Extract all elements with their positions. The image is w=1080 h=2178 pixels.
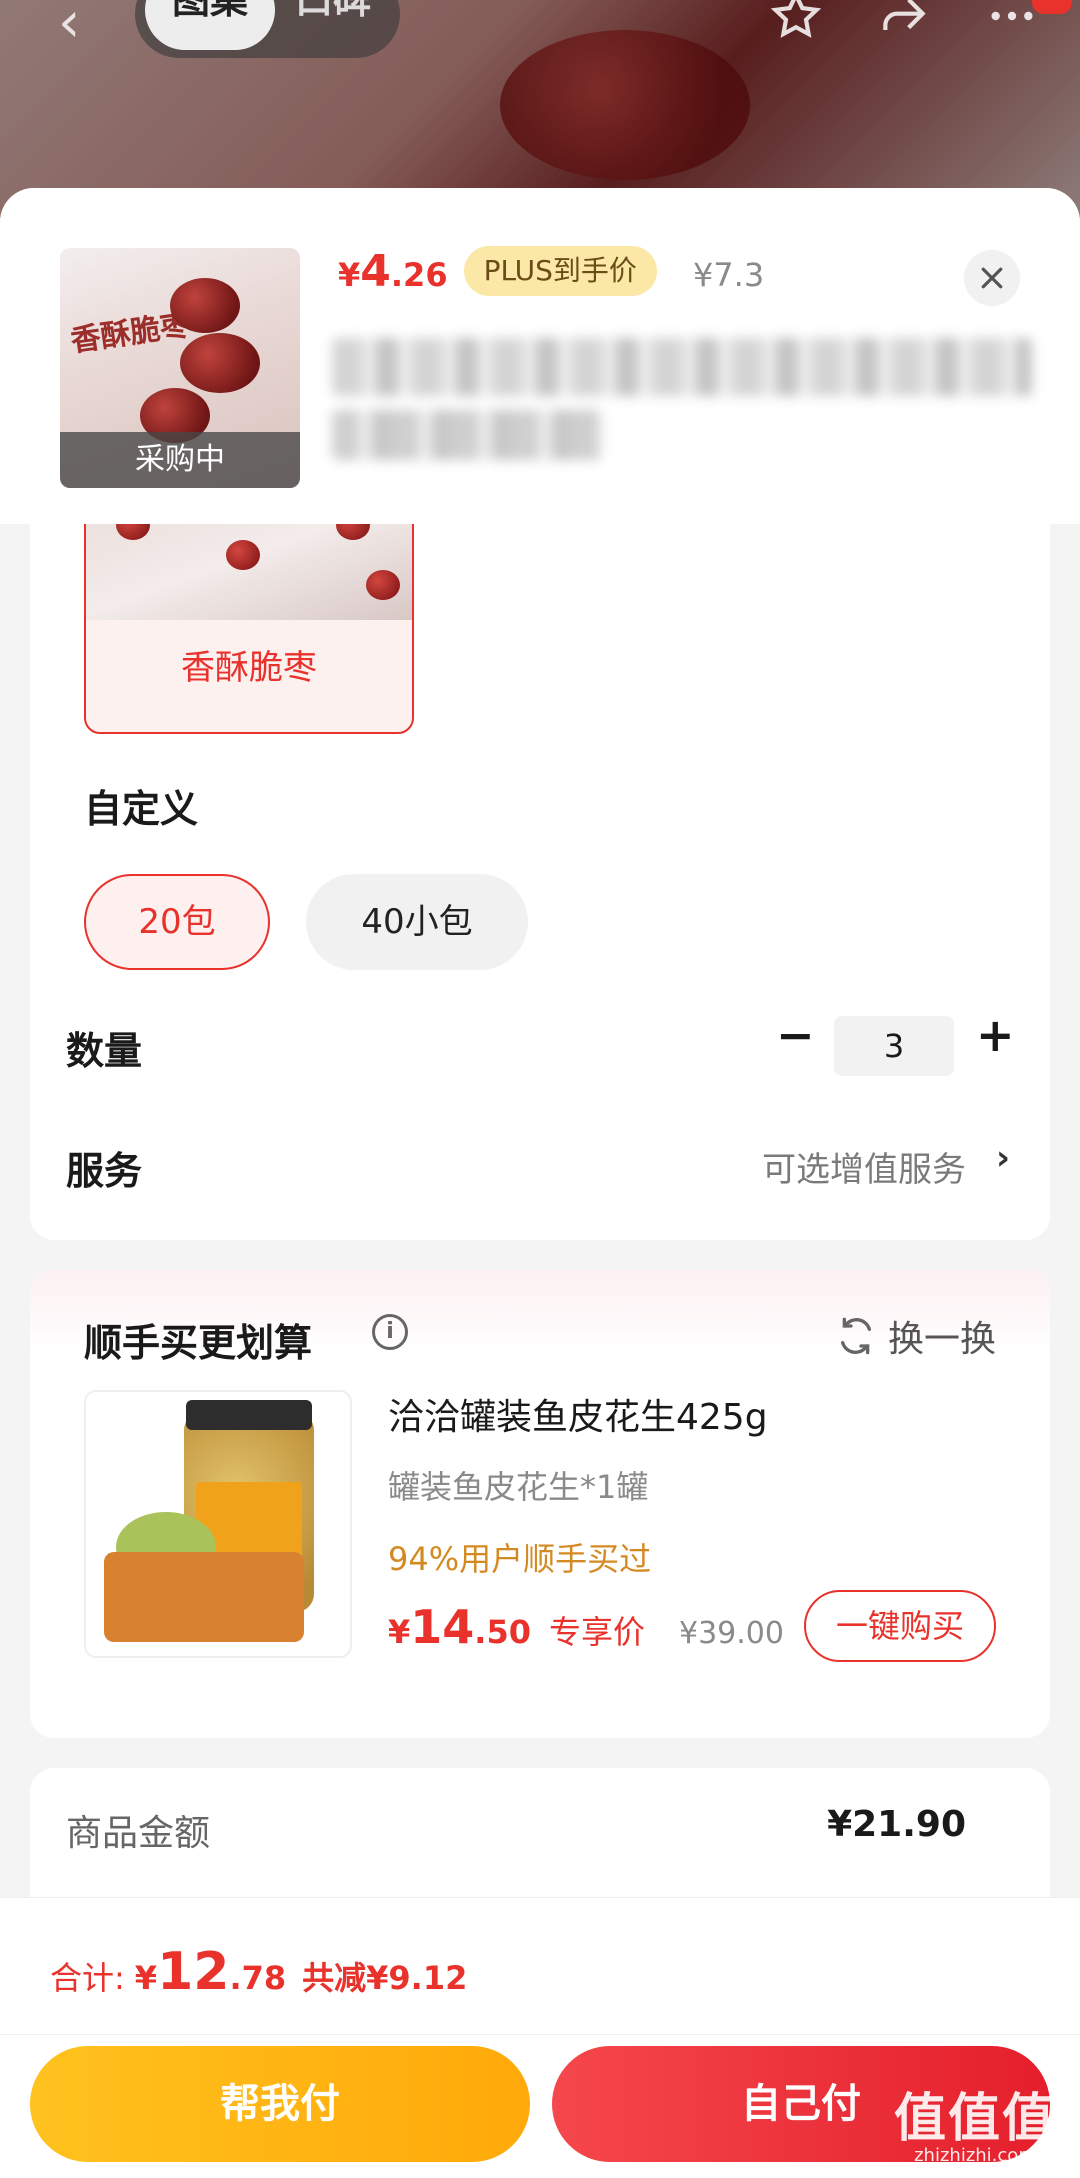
- tray-image: [104, 1552, 304, 1642]
- total-currency: ¥: [134, 1959, 158, 1997]
- quantity-label: 数量: [66, 1029, 143, 1073]
- close-button[interactable]: [964, 250, 1020, 306]
- price-row: ¥ 4 .26 PLUS到手价 ¥7.3: [338, 246, 764, 310]
- recommendation-title: 顺手买更划算: [84, 1321, 313, 1365]
- refresh-label: 换一换: [887, 1319, 996, 1360]
- purchase-sheet: 香酥脆枣 采购中 ¥ 4 .26 PLUS到手价 ¥7.3 香酥脆枣 自定义 2…: [0, 188, 1080, 2178]
- back-icon[interactable]: ‹: [58, 0, 80, 55]
- tab-gallery[interactable]: 图集: [145, 0, 275, 50]
- total-integer: 12: [157, 1942, 230, 2002]
- chevron-right-icon[interactable]: ›: [996, 1138, 1010, 1178]
- rec-original-price: ¥39.00: [678, 1616, 784, 1651]
- star-icon[interactable]: [768, 0, 824, 44]
- plus-price-badge: PLUS到手价: [463, 246, 657, 296]
- purchasing-status: 采购中: [60, 432, 300, 488]
- recommended-product-spec: 罐装鱼皮花生*1罐: [388, 1468, 649, 1506]
- recommended-product-name[interactable]: 洽洽罐装鱼皮花生425g: [388, 1388, 768, 1440]
- top-actions: [768, 0, 1040, 44]
- recommended-product-image[interactable]: [84, 1390, 352, 1658]
- total-decimal: .78: [229, 1959, 287, 1997]
- custom-option-20[interactable]: 20包: [84, 874, 270, 970]
- rec-price-decimal: .50: [474, 1613, 531, 1651]
- rec-price-currency: ¥: [388, 1613, 411, 1651]
- flavor-label: 香酥脆枣: [181, 648, 317, 688]
- quantity-decrease-button[interactable]: −: [776, 1008, 815, 1062]
- service-hint[interactable]: 可选增值服务: [762, 1142, 966, 1191]
- jujube-image: [180, 333, 260, 393]
- share-icon[interactable]: [876, 0, 932, 44]
- price-integer: 4: [360, 246, 391, 297]
- product-thumbnail[interactable]: 香酥脆枣 采购中: [60, 248, 300, 488]
- goods-amount-value: ¥21.90: [827, 1804, 966, 1845]
- recommended-product-stat: 94%用户顺手买过: [388, 1540, 652, 1578]
- watermark-logo: 值值值: [893, 2089, 1056, 2149]
- info-icon[interactable]: i: [372, 1314, 408, 1350]
- divider: [0, 2034, 1080, 2035]
- price-currency: ¥: [338, 256, 361, 294]
- jujube-dot: [226, 540, 260, 570]
- jar-lid-image: [186, 1400, 312, 1430]
- one-click-buy-button[interactable]: 一键购买: [804, 1590, 996, 1662]
- total-label: 合计:: [50, 1959, 125, 1997]
- watermark-url: zhizhizhi.com: [914, 2145, 1036, 2166]
- blurred-product-title: [332, 338, 1032, 396]
- gallery-tabs: 图集 口碑: [135, 0, 400, 58]
- close-icon: [981, 267, 1003, 289]
- price-decimal: .26: [390, 256, 448, 294]
- quantity-increase-button[interactable]: +: [976, 1008, 1015, 1062]
- custom-section-title: 自定义: [84, 787, 199, 831]
- flavor-option-selected[interactable]: 香酥脆枣: [84, 488, 414, 734]
- more-icon[interactable]: [984, 0, 1040, 44]
- total-row: 合计: ¥ 12 .78 共减¥9.12: [50, 1942, 467, 2002]
- recommendation-card: 顺手买更划算 i 换一换 洽洽罐装鱼皮花生425g 罐装鱼皮花生*1罐 94%用…: [30, 1270, 1050, 1738]
- exclusive-price-tag: 专享价: [548, 1613, 645, 1651]
- checkout-bar: 合计: ¥ 12 .78 共减¥9.12 帮我付 自己付 值值值 zhizhiz…: [0, 1897, 1080, 2178]
- friend-pay-button[interactable]: 帮我付: [30, 2046, 530, 2162]
- total-saving: 共减¥9.12: [302, 1959, 468, 1997]
- jujube-dot: [366, 570, 400, 600]
- quantity-input[interactable]: 3: [834, 1016, 954, 1076]
- notification-badge: [1032, 0, 1072, 14]
- jujube-image: [170, 278, 240, 333]
- original-price: ¥7.3: [692, 256, 765, 294]
- site-watermark: 值值值 zhizhizhi.com: [894, 2076, 1056, 2166]
- tab-reviews[interactable]: 口碑: [295, 0, 371, 30]
- refresh-icon: [840, 1317, 871, 1355]
- recommended-price-row: ¥ 14 .50 专享价 ¥39.00: [388, 1600, 784, 1654]
- sheet-header: 香酥脆枣 采购中 ¥ 4 .26 PLUS到手价 ¥7.3: [0, 188, 1080, 524]
- service-label: 服务: [66, 1149, 143, 1193]
- blurred-product-title: [332, 410, 602, 460]
- refresh-button[interactable]: 换一换: [836, 1310, 996, 1362]
- rec-price-integer: 14: [410, 1600, 475, 1654]
- goods-amount-label: 商品金额: [66, 1813, 211, 1854]
- custom-option-40[interactable]: 40小包: [306, 874, 528, 970]
